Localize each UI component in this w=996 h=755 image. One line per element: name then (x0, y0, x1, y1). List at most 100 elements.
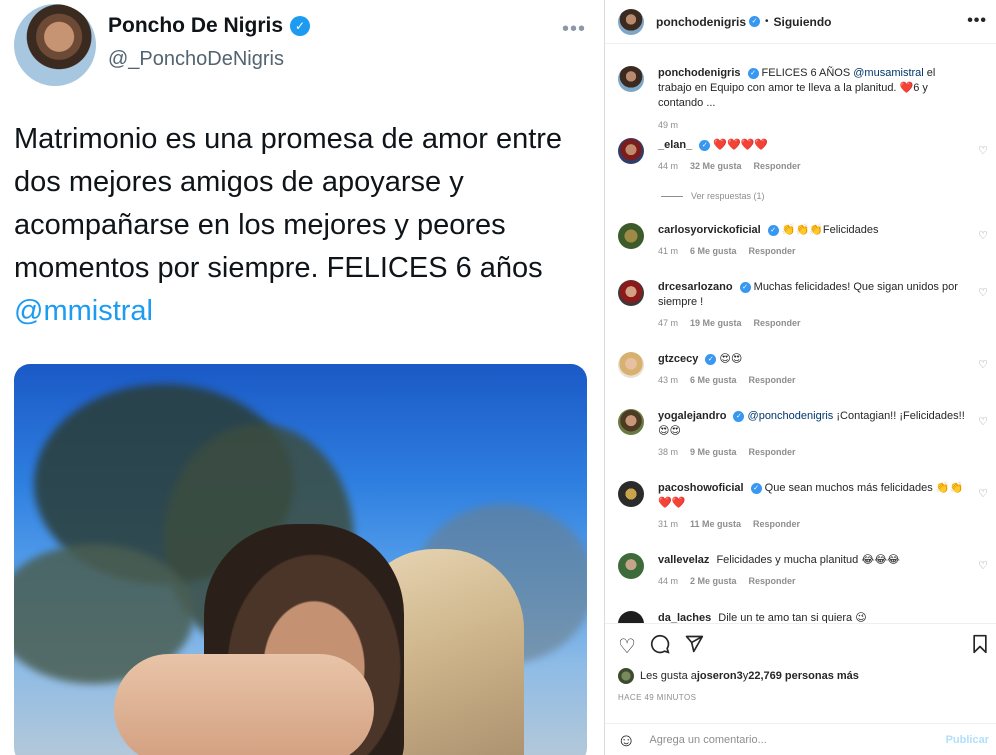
comment-body: 👏👏👏Felicidades (781, 224, 879, 236)
comment-time: 31 m (658, 519, 679, 529)
likes-user[interactable]: joseron3 (697, 670, 743, 682)
tweet-panel: Poncho De Nigris ✓ @_PonchoDeNigris ••• … (0, 0, 604, 755)
comment-mention[interactable]: @ponchodenigris (748, 410, 834, 422)
publish-button[interactable]: Publicar (946, 734, 989, 746)
verified-icon: ✓ (699, 139, 711, 151)
comment-item: da_laches Dile un te amo tan si quiera 😉 (618, 611, 988, 623)
verified-icon: ✓ (733, 410, 745, 422)
heart-icon[interactable]: ♡ (618, 634, 636, 660)
bookmark-icon[interactable] (971, 634, 989, 659)
comment-item: pacoshowoficial ✓ Que sean muchos más fel… (618, 481, 988, 529)
emoji-icon[interactable]: ☺ (617, 730, 635, 751)
comment-likes[interactable]: 11 Me gusta (690, 519, 741, 529)
verified-icon: ✓ (705, 353, 717, 365)
heart-icon[interactable]: ♡ (978, 487, 988, 500)
share-icon[interactable] (684, 634, 704, 660)
comment-text: yogalejandro ✓ @ponchodenigris ¡Contagian… (658, 409, 970, 439)
comment-body: 😍😍 (719, 353, 743, 365)
caption-text-part: FELICES 6 AÑOS (758, 67, 854, 79)
heart-icon[interactable]: ♡ (978, 286, 988, 299)
comment-icon[interactable] (650, 634, 670, 660)
caption-time: 49 m (658, 120, 679, 130)
avatar[interactable] (618, 8, 644, 35)
avatar[interactable] (618, 481, 644, 507)
tweet-handle[interactable]: @_PonchoDeNigris (108, 48, 284, 71)
more-icon[interactable]: ••• (967, 12, 987, 30)
reply-button[interactable]: Responder (753, 519, 800, 529)
tweet-author-name[interactable]: Poncho De Nigris (108, 14, 283, 38)
comment-composer: ☺ Publicar (605, 723, 996, 755)
view-replies-button[interactable]: Ver respuestas (1) (661, 191, 765, 201)
comment-meta: 38 m 9 Me gusta Responder (658, 447, 988, 457)
comment-username[interactable]: _elan_ (658, 139, 692, 151)
replies-line (661, 195, 683, 197)
verified-icon: ✓ (749, 16, 760, 27)
tweet-author[interactable]: Poncho De Nigris ✓ (108, 14, 311, 38)
reply-button[interactable]: Responder (749, 576, 796, 586)
reply-button[interactable]: Responder (749, 447, 796, 457)
comment-time: 44 m (658, 161, 679, 171)
heart-icon[interactable]: ♡ (978, 415, 988, 428)
more-icon[interactable]: ••• (562, 18, 586, 41)
comment-username[interactable]: drcesarlozano (658, 281, 733, 293)
comment-text: carlosyorvickoficial ✓ 👏👏👏Felicidades (658, 223, 970, 238)
avatar[interactable] (618, 280, 644, 306)
separator-dot: • (765, 16, 769, 27)
comment-username[interactable]: da_laches (658, 612, 711, 623)
caption-username[interactable]: ponchodenigris (658, 67, 741, 79)
avatar[interactable] (618, 352, 644, 378)
heart-icon[interactable]: ♡ (978, 144, 988, 157)
comment-meta: 41 m 6 Me gusta Responder (658, 246, 988, 256)
header-username[interactable]: ponchodenigris (656, 15, 746, 29)
comment-input[interactable] (649, 734, 930, 746)
comment-item: vallevelaz Felicidades y mucha planitud … (618, 553, 988, 586)
comment-time: 44 m (658, 576, 679, 586)
comment-likes[interactable]: 19 Me gusta (690, 318, 742, 328)
comment-username[interactable]: gtzcecy (658, 353, 698, 365)
action-icons: ♡ (618, 634, 704, 660)
tweet-avatar[interactable] (14, 4, 96, 86)
post-actions: ♡ Les gusta a joseron3 y 22,769 personas… (605, 623, 996, 755)
avatar[interactable] (618, 553, 644, 579)
tweet-photo[interactable] (14, 364, 587, 755)
tweet-text: Matrimonio es una promesa de amor entre … (14, 118, 599, 333)
comment-time: 38 m (658, 447, 679, 457)
comment-likes[interactable]: 32 Me gusta (690, 161, 742, 171)
comment-username[interactable]: yogalejandro (658, 410, 726, 422)
comment-username[interactable]: vallevelaz (658, 554, 709, 566)
reply-button[interactable]: Responder (754, 161, 801, 171)
avatar[interactable] (618, 223, 644, 249)
comment-likes[interactable]: 6 Me gusta (690, 375, 737, 385)
comment-likes[interactable]: 2 Me gusta (690, 576, 737, 586)
comments-list[interactable]: ponchodenigris ✓ FELICES 6 AÑOS @musamist… (605, 45, 996, 623)
comment-text: da_laches Dile un te amo tan si quiera 😉 (658, 611, 970, 623)
avatar[interactable] (618, 66, 644, 92)
view-replies-label[interactable]: Ver respuestas (1) (691, 191, 765, 201)
tweet-mention[interactable]: @mmistral (14, 295, 153, 327)
avatar[interactable] (618, 138, 644, 164)
heart-icon[interactable]: ♡ (978, 559, 988, 572)
avatar[interactable] (618, 668, 634, 684)
caption-mention[interactable]: @musamistral (853, 67, 923, 79)
avatar[interactable] (618, 611, 644, 623)
verified-icon: ✓ (750, 482, 762, 494)
heart-icon[interactable]: ♡ (978, 229, 988, 242)
reply-button[interactable]: Responder (754, 318, 801, 328)
likes-summary[interactable]: Les gusta a joseron3 y 22,769 personas m… (618, 668, 859, 684)
verified-icon: ✓ (290, 16, 311, 36)
likes-count[interactable]: 22,769 personas más (748, 670, 859, 682)
caption-text: ponchodenigris ✓ FELICES 6 AÑOS @musamist… (658, 66, 970, 111)
reply-button[interactable]: Responder (749, 375, 796, 385)
comment-username[interactable]: carlosyorvickoficial (658, 224, 761, 236)
avatar[interactable] (618, 409, 644, 435)
post-header: ponchodenigris ✓ • Siguiendo ••• (605, 0, 996, 44)
comment-meta: 43 m 6 Me gusta Responder (658, 375, 988, 385)
post-caption: ponchodenigris ✓ FELICES 6 AÑOS @musamist… (618, 66, 988, 130)
comment-likes[interactable]: 9 Me gusta (690, 447, 737, 457)
comment-meta: 31 m 11 Me gusta Responder (658, 519, 988, 529)
reply-button[interactable]: Responder (749, 246, 796, 256)
following-button[interactable]: Siguiendo (774, 15, 832, 29)
comment-likes[interactable]: 6 Me gusta (690, 246, 737, 256)
comment-username[interactable]: pacoshowoficial (658, 482, 744, 494)
heart-icon[interactable]: ♡ (978, 358, 988, 371)
